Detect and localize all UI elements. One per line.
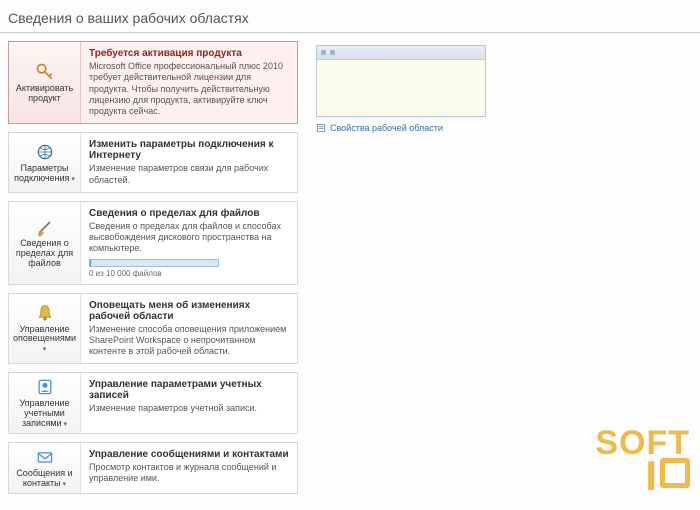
card-title: Требуется активация продукта <box>89 48 289 59</box>
button-label: Параметры подключения <box>11 164 78 184</box>
card-title: Управление сообщениями и контактами <box>89 449 289 460</box>
connection-settings-button[interactable]: Параметры подключения <box>9 133 81 192</box>
preview-body <box>317 60 485 116</box>
key-icon <box>35 62 55 82</box>
card-title: Оповещать меня об изменениях рабочей обл… <box>89 300 289 322</box>
button-label: Активировать продукт <box>11 84 78 104</box>
bell-icon <box>35 303 55 323</box>
properties-icon <box>316 123 326 133</box>
link-label: Свойства рабочей области <box>330 123 443 133</box>
card-title: Изменить параметры подключения к Интерне… <box>89 139 289 161</box>
card-manage-accounts: Управление учетными записями Управление … <box>8 372 298 434</box>
card-desc: Изменение параметров учетной записи. <box>89 403 289 414</box>
file-limit-progress: 0 из 10 000 файлов <box>89 259 289 278</box>
workspace-preview <box>316 45 486 117</box>
account-icon <box>35 377 55 397</box>
button-label: Сообщения и контакты <box>11 469 78 489</box>
card-desc: Изменение способа оповещения приложением… <box>89 324 289 358</box>
card-title: Сведения о пределах для файлов <box>89 208 289 219</box>
progress-bar <box>89 259 219 267</box>
card-desc: Сведения о пределах для файлов и способа… <box>89 221 289 255</box>
card-connection-settings: Параметры подключения Изменить параметры… <box>8 132 298 193</box>
card-desc: Изменение параметров связи для рабочих о… <box>89 163 289 186</box>
globe-icon <box>35 142 55 162</box>
broom-icon <box>35 217 55 237</box>
card-activate-product: Активировать продукт Требуется активация… <box>8 41 298 124</box>
envelope-icon <box>35 447 55 467</box>
card-messages-contacts: Сообщения и контакты Управление сообщени… <box>8 442 298 494</box>
watermark-line1: SOFT <box>595 429 690 458</box>
card-manage-alerts: Управление оповещениями Оповещать меня о… <box>8 293 298 365</box>
card-title: Управление параметрами учетных записей <box>89 379 289 401</box>
activate-product-button[interactable]: Активировать продукт <box>9 42 81 123</box>
watermark: SOFT I <box>595 429 690 494</box>
preview-titlebar <box>317 46 485 60</box>
button-label: Управление оповещениями <box>11 325 78 355</box>
watermark-line2: I <box>595 458 690 494</box>
settings-list: Активировать продукт Требуется активация… <box>8 41 298 502</box>
card-desc: Microsoft Office профессиональный плюс 2… <box>89 61 289 117</box>
manage-accounts-button[interactable]: Управление учетными записями <box>9 373 81 433</box>
button-label: Управление учетными записями <box>11 399 78 429</box>
manage-alerts-button[interactable]: Управление оповещениями <box>9 294 81 364</box>
file-limits-button[interactable]: Сведения о пределах для файлов <box>9 202 81 284</box>
card-file-limits: Сведения о пределах для файлов Сведения … <box>8 201 298 285</box>
workspace-properties-link[interactable]: Свойства рабочей области <box>316 123 692 133</box>
card-desc: Просмотр контактов и журнала сообщений и… <box>89 462 289 485</box>
page-title: Сведения о ваших рабочих областях <box>0 0 700 33</box>
progress-text: 0 из 10 000 файлов <box>89 269 289 278</box>
messages-contacts-button[interactable]: Сообщения и контакты <box>9 443 81 493</box>
window-control-icon <box>330 50 335 55</box>
button-label: Сведения о пределах для файлов <box>11 239 78 269</box>
window-control-icon <box>321 50 326 55</box>
